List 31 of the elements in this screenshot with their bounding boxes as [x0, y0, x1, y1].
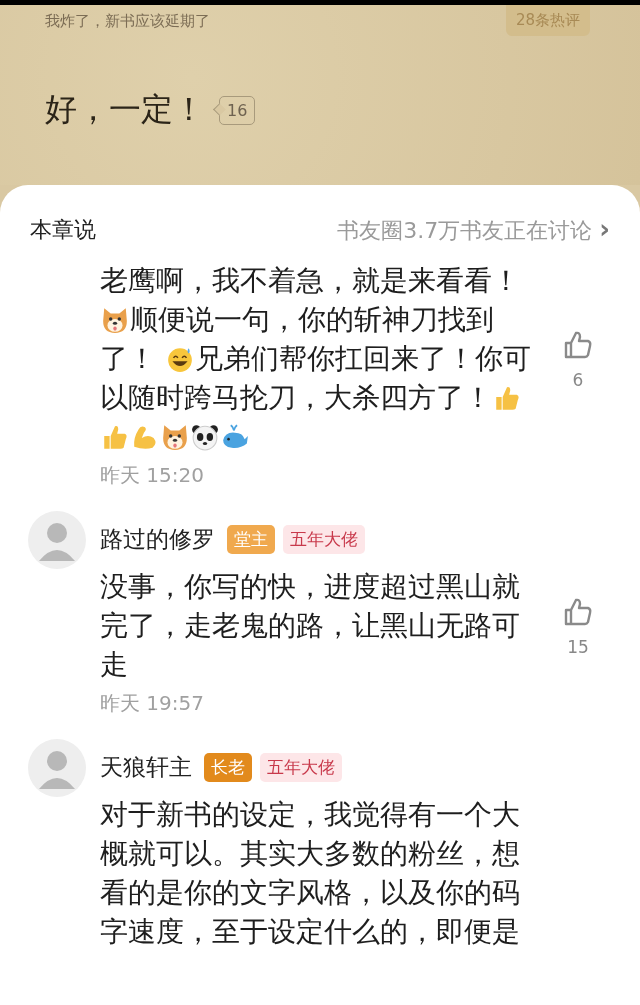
like-count: 6 — [572, 369, 584, 390]
dog-emoji-icon — [161, 423, 189, 451]
comment-text: 老鹰啊，我不着急，就是来看看！ — [100, 264, 520, 297]
sheet-title: 本章说 — [30, 216, 96, 244]
comment-text: 对于新书的设定，我觉得有一个大概就可以。其实大多数的粉丝，想看的是你的文字风格，以及你的码字速度，至于设定什么的，即便是 — [100, 798, 520, 948]
rank-badge: 长老 — [204, 752, 252, 782]
chapter-header: 我炸了，新书应该延期了 — [45, 12, 210, 31]
whale-emoji-icon — [221, 423, 249, 451]
paragraph-comment-count[interactable]: 16 — [211, 95, 256, 125]
thumbs-up-emoji-icon — [101, 423, 129, 451]
grin-emoji-icon — [165, 345, 194, 373]
comment-text: 了！ — [100, 342, 157, 375]
rank-badge: 五年大佬 — [283, 524, 365, 554]
like-count: 15 — [567, 636, 589, 657]
rank-badge: 五年大佬 — [260, 752, 342, 782]
like-icon[interactable] — [563, 329, 593, 360]
discussion-link[interactable]: 书友圈3.7万书友正在讨论 › — [337, 214, 610, 246]
like-icon[interactable] — [563, 596, 593, 627]
comment-text: 顺便说一句，你的斩神刀找到 — [130, 303, 494, 336]
comment-text: 兄弟们帮你扛回来了！你可 — [194, 342, 531, 375]
author-name[interactable]: 路过的修罗 — [100, 523, 215, 555]
panda-emoji-icon — [191, 423, 219, 451]
thumbs-up-emoji-icon — [493, 384, 521, 412]
comment-text: 没事，你写的快，进度超过黑山就完了，走老鬼的路，让黑山无路可走 — [100, 570, 520, 681]
paragraph-text: 好，一定！ — [45, 89, 205, 130]
comment-text: 以随时跨马抡刀，大杀四方了！ — [100, 381, 492, 414]
comment-time: 昨天 15:20 — [100, 462, 205, 489]
comment-time: 昨天 19:57 — [100, 690, 205, 717]
dog-emoji-icon — [101, 306, 129, 334]
rank-badge: 堂主 — [227, 524, 275, 554]
author-name[interactable]: 天狼轩主 — [100, 751, 192, 783]
